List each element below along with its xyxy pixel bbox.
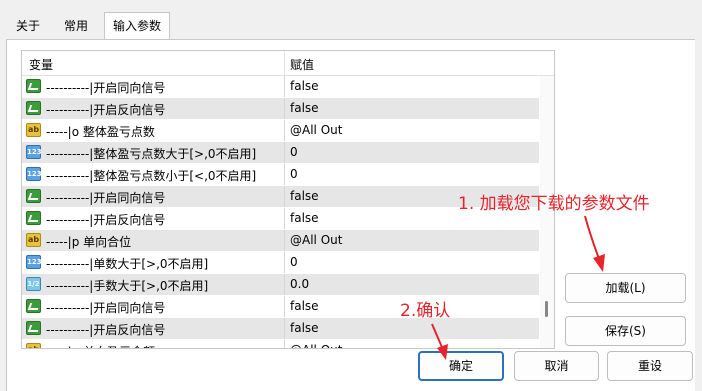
cell-divider [284,164,285,185]
cell-divider [284,230,285,251]
cell-divider [284,274,285,295]
string-icon: ab [26,233,41,247]
table-row[interactable]: ab -----|o 整体盈亏点数 @All Out [22,120,539,142]
annotation-step1: 1. 加载您下载的参数文件 [458,194,650,214]
string-icon: ab [26,123,41,137]
cell-divider [284,318,285,339]
cell-divider [284,142,285,163]
parameter-value[interactable]: 0 [290,145,298,159]
string-icon: ab [26,343,41,348]
integer-icon: 123 [26,167,42,181]
scrollbar-thumb[interactable] [545,301,548,317]
parameter-name: -----|q 单向盈亏金额 [46,343,155,348]
parameter-value[interactable]: @All Out [290,123,342,137]
parameter-name: ----------|整体盈亏点数小于[<,0不启用] [46,169,257,183]
cell-divider [284,120,285,141]
parameter-name: -----|o 整体盈亏点数 [46,125,155,139]
cell-divider [284,208,285,229]
bool-icon [26,79,41,93]
table-row[interactable]: ----------|开启反向信号 false [22,318,539,340]
save-button[interactable]: 保存(S) [565,316,686,346]
cell-divider [284,76,285,97]
parameter-value[interactable]: @All Out [290,233,342,247]
table-row[interactable]: 123 ----------|单数大于[>,0不启用] 0 [22,252,539,274]
parameter-value[interactable]: 0.0 [290,277,309,291]
bool-icon [26,299,41,313]
integer-icon: 123 [26,145,42,159]
double-icon: 1/2 [26,277,41,291]
integer-icon: 123 [26,255,42,269]
bool-icon [26,321,41,335]
cancel-button[interactable]: 取消 [514,351,599,381]
parameter-value[interactable]: false [290,211,319,225]
parameter-name: ----------|整体盈亏点数大于[>,0不启用] [46,147,257,161]
column-header-value[interactable]: 赋值 [290,56,314,73]
table-row[interactable]: 123 ----------|整体盈亏点数大于[>,0不启用] 0 [22,142,539,164]
annotation-arrow-load-icon [584,215,605,272]
cell-divider [284,296,285,317]
bool-icon [26,189,41,203]
parameter-value[interactable]: false [290,189,319,203]
tab-common[interactable]: 常用 [56,14,96,38]
cell-divider [284,186,285,207]
parameter-value[interactable]: false [290,299,319,313]
cell-divider [284,252,285,273]
parameter-value[interactable]: false [290,321,319,335]
tab-inputs[interactable]: 输入参数 [104,12,170,41]
parameter-value[interactable]: 0 [290,167,298,181]
parameter-value[interactable]: 0 [290,255,298,269]
parameter-name: ----------|开启反向信号 [46,213,166,227]
annotation-arrow-ok-icon [431,323,448,360]
bool-icon [26,211,41,225]
tab-about[interactable]: 关于 [10,14,46,38]
cell-divider [284,340,285,348]
parameter-name: ----------|开启同向信号 [46,81,166,95]
reset-button[interactable]: 重设 [607,351,693,381]
table-row[interactable]: 1/2 ----------|手数大于[>,0不启用] 0.0 [22,274,539,296]
parameter-name: ----------|开启反向信号 [46,323,166,337]
column-header-variable[interactable]: 变量 [29,56,53,73]
table-row[interactable]: 123 ----------|整体盈亏点数小于[<,0不启用] 0 [22,164,539,186]
table-row[interactable]: ab -----|p 单向合位 @All Out [22,230,539,252]
parameter-name: ----------|手数大于[>,0不启用] [46,279,209,293]
parameter-value[interactable]: @All Out [290,343,342,348]
parameter-name: -----|p 单向合位 [46,235,132,249]
grid-header: 变量 赋值 [22,51,554,76]
column-divider[interactable] [284,51,285,75]
parameter-value[interactable]: false [290,101,319,115]
table-row[interactable]: ----------|开启同向信号 false [22,296,539,318]
parameter-name: ----------|单数大于[>,0不启用] [46,257,209,271]
parameter-name: ----------|开启同向信号 [46,301,166,315]
parameter-name: ----------|开启反向信号 [46,103,166,117]
table-row[interactable]: ----------|开启反向信号 false [22,98,539,120]
cell-divider [284,98,285,119]
annotation-step2: 2.确认 [400,301,451,321]
parameter-name: ----------|开启同向信号 [46,191,166,205]
bool-icon [26,101,41,115]
table-row[interactable]: ab -----|q 单向盈亏金额 @All Out [22,340,539,348]
table-row[interactable]: ----------|开启同向信号 false [22,76,539,98]
parameter-value[interactable]: false [290,79,319,93]
load-button[interactable]: 加载(L) [565,273,686,303]
